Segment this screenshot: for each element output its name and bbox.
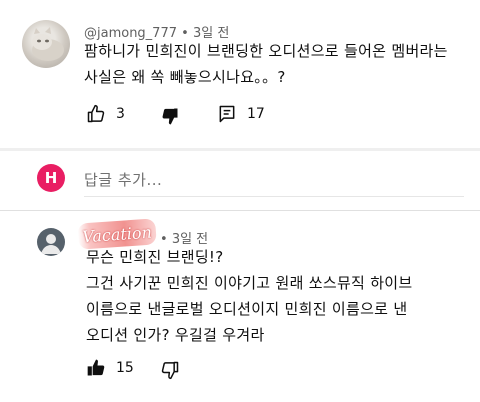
reply-input[interactable]: 답글 추가... <box>84 169 162 190</box>
default-user-icon <box>41 234 61 254</box>
comment-body: 팜하니가 민희진이 브랜딩한 오디션으로 들어온 멤버라는 사실은 왜 쏙 빼놓… <box>84 38 464 90</box>
thumbs-down-outline-icon <box>161 361 179 380</box>
comment-line: 무슨 민희진 브랜딩!? <box>86 248 224 266</box>
comment-line: 사실은 왜 쏙 빼놓으시나요。。? <box>84 68 286 86</box>
reply-input-underline <box>84 196 464 197</box>
comment-line: 이름으로 낸글로벌 오디션이지 민희진 이름으로 낸 <box>86 300 408 318</box>
section-divider <box>0 210 480 211</box>
dislike-button[interactable] <box>160 106 180 126</box>
like-count: 15 <box>116 360 134 376</box>
dislike-button[interactable] <box>160 360 180 380</box>
like-button[interactable]: 15 <box>86 358 134 378</box>
avatar[interactable] <box>37 228 65 256</box>
like-button[interactable]: 3 <box>86 104 125 124</box>
comment-line: 팜하니가 민희진이 브랜딩한 오디션으로 들어온 멤버라는 <box>84 42 448 60</box>
avatar[interactable] <box>22 20 70 68</box>
replies-button[interactable]: 17 <box>217 104 265 124</box>
user-avatar: H <box>37 164 65 192</box>
thumbs-up-outline-icon <box>87 104 105 123</box>
like-count: 3 <box>116 106 125 122</box>
thumbs-up-filled-icon <box>87 359 105 376</box>
comment-line: 오디션 인가? 우길걸 우겨라 <box>86 326 265 344</box>
thumbs-down-filled-icon <box>162 108 178 125</box>
reply-count: 17 <box>247 106 265 122</box>
comment-icon <box>219 105 235 123</box>
comment-body: 무슨 민희진 브랜딩!? 그건 사기꾼 민희진 이야기고 원래 쏘스뮤직 하이브… <box>86 244 466 348</box>
comment-line: 그건 사기꾼 민희진 이야기고 원래 쏘스뮤직 하이브 <box>86 274 413 292</box>
cat-photo-icon <box>32 27 64 61</box>
section-divider <box>0 148 480 151</box>
